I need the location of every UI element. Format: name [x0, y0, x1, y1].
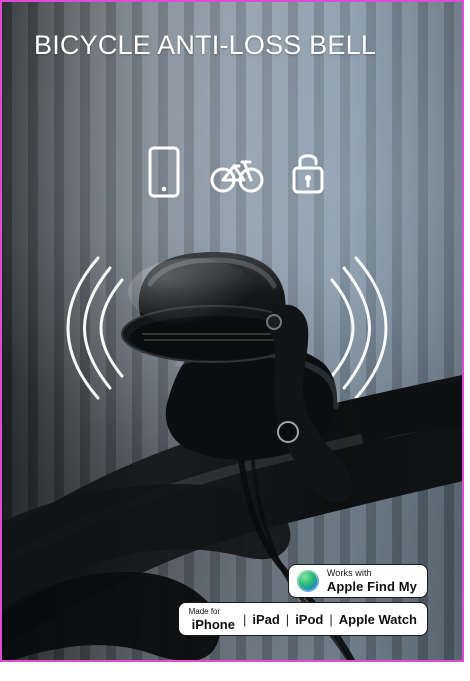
made-for-left: Made for iPhone [188, 606, 235, 632]
product-image-frame: BICYCLE ANTI-LOSS BELL Works with Apple … [0, 0, 464, 662]
works-with-find-my-badge: Works with Apple Find My [287, 564, 428, 598]
find-my-icon [296, 570, 319, 592]
apple-find-my-label: Apple Find My [326, 579, 417, 594]
page-title: BICYCLE ANTI-LOSS BELL [34, 30, 377, 60]
made-for-iphone: iPhone [191, 616, 235, 632]
made-for-label: Made for [188, 606, 221, 616]
works-with-label: Works with [326, 568, 372, 578]
made-for-ipad: iPad [252, 611, 280, 627]
separator: | [242, 611, 247, 627]
separator: | [329, 611, 333, 627]
made-for-badge: Made for iPhone | iPad | iPod | Apple Wa… [177, 602, 428, 636]
find-my-text: Works with Apple Find My [326, 568, 417, 594]
separator: | [285, 611, 290, 627]
made-for-ipod: iPod [295, 611, 324, 627]
bicycle-icon [206, 142, 266, 202]
made-for-apple-watch: Apple Watch [338, 611, 417, 627]
padlock-icon [278, 142, 338, 202]
phone-icon [134, 142, 194, 202]
feature-icons-row [134, 142, 344, 202]
